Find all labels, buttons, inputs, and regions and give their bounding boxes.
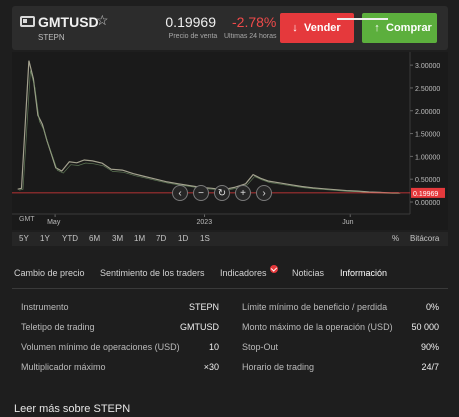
buy-button-label: Comprar — [386, 22, 432, 34]
read-more-link[interactable]: Leer más sobre STEPN — [14, 403, 130, 415]
period-6m[interactable]: 6M — [89, 234, 100, 243]
reset-zoom-button[interactable]: ↻ — [214, 185, 230, 201]
info-value: 50 000 — [411, 322, 439, 332]
tab-trader-sentiment[interactable]: Sentimiento de los traders — [100, 268, 205, 278]
info-label: Monto máximo de la operación (USD) — [242, 322, 393, 332]
period-7d[interactable]: 7D — [156, 234, 166, 243]
price-line — [17, 60, 399, 194]
current-price-label: 0.19969 — [413, 191, 438, 198]
period-5y[interactable]: 5Y — [19, 234, 29, 243]
price-chart-svg: 3.00000 2.50000 2.00000 1.50000 1.00000 0.500… — [12, 52, 445, 226]
percent-scale-toggle[interactable]: % — [392, 234, 399, 243]
info-label: Stop-Out — [242, 342, 279, 352]
y-tick-label: 0.00000 — [415, 200, 440, 207]
info-label: Multiplicador máximo — [21, 362, 106, 372]
x-tick-label: 2023 — [197, 219, 213, 226]
period-selector: 5Y 1Y YTD 6M 3M 1M 7D 1D 1S % Bitácora — [12, 232, 448, 246]
active-tab-indicator — [337, 18, 388, 20]
x-tick-label: Jun — [342, 219, 353, 226]
period-3m[interactable]: 3M — [112, 234, 123, 243]
tab-indicators[interactable]: Indicadores — [220, 268, 267, 278]
favorite-star-icon[interactable]: ☆ — [96, 12, 109, 29]
change-24h: -2.78% — [232, 14, 277, 30]
tab-information[interactable]: Información — [340, 268, 387, 278]
y-tick-label: 2.50000 — [415, 86, 440, 93]
change-24h-label: Últimas 24 horas — [224, 33, 277, 40]
info-label: Volumen mínimo de operaciones (USD) — [21, 342, 180, 352]
instrument-header: GMTUSD ☆ STEPN 0.19969 Precio de venta -… — [12, 6, 448, 50]
tab-price-change[interactable]: Cambio de precio — [14, 268, 85, 278]
info-value: 24/7 — [421, 362, 439, 372]
arrow-down-icon: ↓ — [292, 22, 298, 34]
y-tick-label: 0.50000 — [415, 177, 440, 184]
zoom-in-button[interactable]: + — [235, 185, 251, 201]
period-1y[interactable]: 1Y — [40, 234, 50, 243]
info-label: Instrumento — [21, 302, 69, 312]
x-tick-label: May — [47, 219, 61, 226]
y-tick-label: 1.00000 — [415, 154, 440, 161]
info-value: 90% — [420, 342, 439, 352]
timezone-label: GMT — [19, 216, 35, 223]
info-label: Horario de trading — [242, 362, 315, 372]
period-ytd[interactable]: YTD — [62, 234, 78, 243]
info-value: 10 — [208, 342, 219, 352]
info-label: Teletipo de trading — [21, 322, 95, 332]
tab-news[interactable]: Noticias — [292, 268, 324, 278]
info-value: 0% — [425, 302, 439, 312]
y-tick-label: 1.50000 — [415, 132, 440, 139]
info-value: GMTUSD — [180, 322, 219, 332]
period-1d[interactable]: 1D — [178, 234, 188, 243]
y-tick-label: 2.00000 — [415, 109, 440, 116]
info-label: Límite mínimo de beneficio / perdida — [242, 302, 388, 312]
instrument-name: STEPN — [38, 33, 65, 42]
period-1s[interactable]: 1S — [200, 234, 210, 243]
scroll-left-button[interactable]: ‹ — [172, 185, 188, 201]
sell-button-label: Vender — [304, 22, 341, 34]
price-chart[interactable]: 3.00000 2.50000 2.00000 1.50000 1.00000 0.500… — [12, 52, 448, 230]
sell-price-label: Precio de venta — [168, 33, 218, 40]
tab-divider — [12, 288, 448, 289]
price-line-shadow — [19, 70, 401, 194]
info-value: ×30 — [203, 362, 219, 372]
period-1m[interactable]: 1M — [134, 234, 145, 243]
y-tick-label: 3.00000 — [415, 63, 440, 70]
instrument-logo-icon — [20, 16, 35, 27]
sell-price: 0.19969 — [165, 14, 216, 30]
scroll-right-button[interactable]: › — [256, 185, 272, 201]
info-value: STEPN — [188, 302, 219, 312]
info-tabs: Cambio de precio Sentimiento de los trad… — [14, 268, 450, 288]
zoom-out-button[interactable]: − — [193, 185, 209, 201]
indicator-alert-badge-icon — [270, 265, 278, 273]
arrow-up-icon: ↑ — [374, 22, 380, 34]
log-scale-toggle[interactable]: Bitácora — [410, 234, 439, 243]
instrument-symbol: GMTUSD — [38, 14, 99, 30]
